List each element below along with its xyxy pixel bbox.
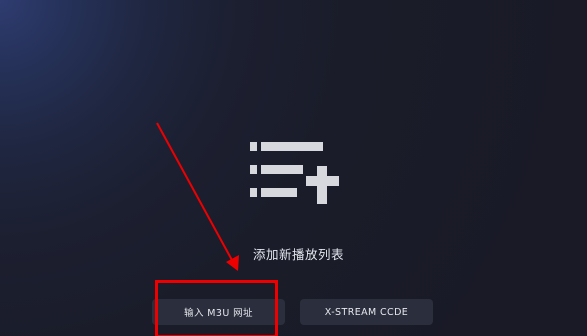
annotation-highlight-box [155, 280, 278, 336]
playlist-add-icon [250, 142, 339, 204]
xstream-code-button[interactable]: X-STREAM CCDE [300, 299, 433, 325]
page-title: 添加新播放列表 [252, 247, 344, 262]
add-playlist-screen: 添加新播放列表 输入 M3U 网址 X-STREAM CCDE [0, 0, 587, 336]
